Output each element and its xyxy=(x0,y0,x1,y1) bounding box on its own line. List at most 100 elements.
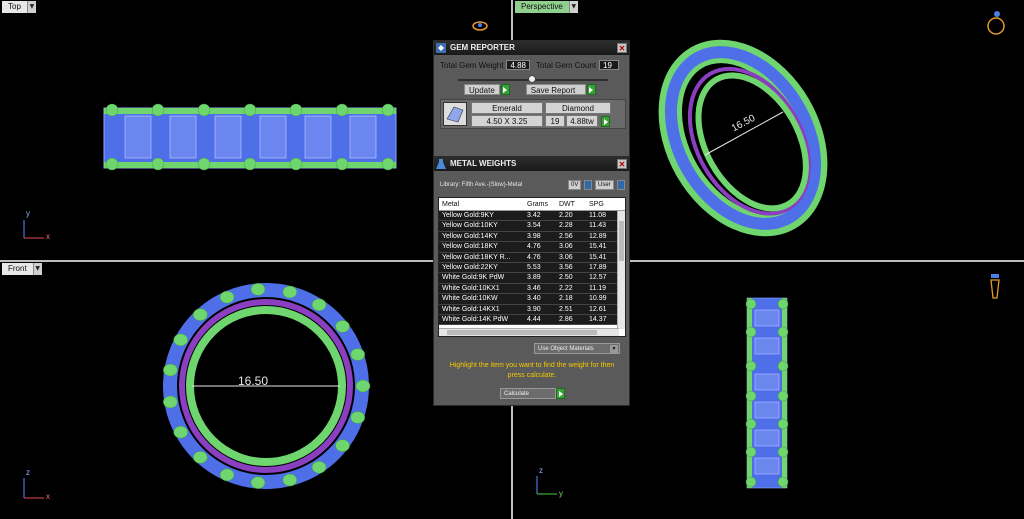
prong xyxy=(311,298,327,312)
scrollbar-thumb[interactable] xyxy=(619,221,624,261)
cell-grams: 4.44 xyxy=(527,315,541,323)
cell-grams: 3.90 xyxy=(527,305,541,313)
metal-weights-titlebar[interactable]: METAL WEIGHTS ✕ xyxy=(434,157,629,171)
prong xyxy=(350,411,365,424)
table-row[interactable]: White Gold:9K PdW 3.89 2.50 12.57 xyxy=(439,273,625,284)
gem-reporter-icon xyxy=(434,41,448,55)
prong xyxy=(355,379,371,393)
cell-dwt: 2.86 xyxy=(559,315,573,323)
prong xyxy=(163,395,178,409)
gem-reporter-titlebar[interactable]: GEM REPORTER ✕ xyxy=(434,41,629,55)
cell-spg: 12.57 xyxy=(589,274,607,282)
cell-dwt: 2.50 xyxy=(559,274,573,282)
cell-metal: Yellow Gold:18KY R... xyxy=(442,253,511,261)
gem-reporter-title: GEM REPORTER xyxy=(450,43,515,52)
cell-spg: 14.37 xyxy=(589,315,607,323)
cell-spg: 12.89 xyxy=(589,232,607,240)
front-dimension-label: 16.50 xyxy=(238,374,269,388)
prong xyxy=(193,451,208,464)
update-button[interactable]: Update xyxy=(464,84,500,95)
column-metal[interactable]: Metal xyxy=(439,198,524,210)
cell-metal: White Gold:10KW xyxy=(442,295,498,303)
column-spg[interactable]: SPG xyxy=(586,198,616,210)
table-row[interactable]: White Gold:10KW 3.40 2.18 10.99 xyxy=(439,294,625,305)
column-dwt[interactable]: DWT xyxy=(556,198,586,210)
scrollbar-thumb[interactable] xyxy=(447,330,597,335)
cell-dwt: 2.20 xyxy=(559,212,573,219)
close-icon[interactable]: ✕ xyxy=(617,159,627,169)
gem-reporter-panel: GEM REPORTER ✕ Total Gem Weight 4.88 Tot… xyxy=(433,40,630,158)
prong xyxy=(173,425,188,439)
cell-dwt: 2.22 xyxy=(559,284,573,292)
close-icon[interactable]: ✕ xyxy=(617,43,627,53)
table-row[interactable]: White Gold:10KX1 3.46 2.22 11.19 xyxy=(439,283,625,295)
gem-slider-knob[interactable] xyxy=(528,75,536,83)
save-report-button[interactable]: Save Report xyxy=(525,84,586,95)
update-play-icon[interactable] xyxy=(500,84,510,95)
table-row[interactable]: White Gold:14K PdW 4.44 2.86 14.37 xyxy=(439,314,625,326)
metal-weights-panel: METAL WEIGHTS ✕ Library: Fifth Ave.-(Slo… xyxy=(433,156,630,406)
calculate-select[interactable]: Calculate xyxy=(500,388,556,399)
cell-grams: 3.40 xyxy=(527,295,541,303)
cell-dwt: 2.28 xyxy=(559,222,573,230)
toggle-user[interactable] xyxy=(617,180,625,190)
calculate-hint: Highlight the item you want to find the … xyxy=(449,362,615,379)
cell-dwt: 3.56 xyxy=(559,263,573,271)
prong xyxy=(350,348,365,361)
gem-row-play-icon[interactable] xyxy=(601,116,610,127)
gem-weight: 4.88tw xyxy=(566,115,598,127)
table-row[interactable]: Yellow Gold:10KY 3.54 2.28 11.43 xyxy=(439,221,625,232)
gem-size: 4.50 X 3.25 xyxy=(471,115,543,127)
cell-metal: Yellow Gold:18KY xyxy=(442,243,498,251)
prong xyxy=(282,473,298,487)
cell-grams: 3.46 xyxy=(527,284,541,292)
cell-grams: 5.53 xyxy=(527,263,541,271)
cell-spg: 12.61 xyxy=(589,305,607,313)
cell-metal: White Gold:14KX1 xyxy=(442,305,500,313)
metal-weights-table[interactable]: Metal Grams DWT SPG Yellow Gold:9KY 3.42 2… xyxy=(438,197,626,337)
column-grams[interactable]: Grams xyxy=(524,198,556,210)
prong xyxy=(311,460,327,474)
table-header: Metal Grams DWT SPG xyxy=(439,198,625,211)
prong xyxy=(250,476,266,489)
table-row[interactable]: Yellow Gold:22KY 5.53 3.56 17.89 xyxy=(439,262,625,274)
library-label: Library: Fifth Ave.-(Slow)-Metal xyxy=(440,182,523,188)
table-body: Yellow Gold:9KY 3.42 2.20 11.08 Yellow Gold:… xyxy=(439,211,625,326)
table-vertical-scrollbar[interactable] xyxy=(617,211,625,329)
table-row[interactable]: Yellow Gold:9KY 3.42 2.20 11.08 xyxy=(439,211,625,222)
cell-spg: 11.43 xyxy=(589,222,606,230)
prong xyxy=(163,363,178,377)
toggle-user-label: User xyxy=(595,180,614,190)
prong xyxy=(219,290,235,304)
metal-weights-title: METAL WEIGHTS xyxy=(450,159,517,168)
gem-list-item[interactable]: Emerald Diamond 4.50 X 3.25 19 4.88tw xyxy=(440,99,626,129)
material-mode-select[interactable]: Use Object Materials ▼ xyxy=(534,343,620,354)
table-row[interactable]: White Gold:14KX1 3.90 2.51 12.61 xyxy=(439,304,625,315)
table-row[interactable]: Yellow Gold:14KY 3.98 2.56 12.89 xyxy=(439,231,625,243)
cell-metal: White Gold:10KX1 xyxy=(442,284,500,292)
cell-spg: 10.99 xyxy=(589,295,607,303)
cell-metal: White Gold:9K PdW xyxy=(442,274,505,282)
cell-metal: Yellow Gold:22KY xyxy=(442,263,498,271)
cell-grams: 4.76 xyxy=(527,253,541,261)
toggle-0v[interactable] xyxy=(584,180,592,190)
flask-icon xyxy=(434,157,448,171)
save-report-play-icon[interactable] xyxy=(586,84,596,95)
calculate-play-icon[interactable] xyxy=(556,388,565,399)
prong xyxy=(193,308,208,321)
cell-dwt: 2.51 xyxy=(559,305,573,313)
cell-grams: 3.54 xyxy=(527,222,541,230)
gem-type: Diamond xyxy=(545,102,611,114)
chevron-down-icon[interactable]: ▼ xyxy=(610,345,618,353)
cell-spg: 15.41 xyxy=(589,243,607,251)
cell-metal: White Gold:14K PdW xyxy=(442,315,509,323)
prong xyxy=(282,285,298,299)
table-row[interactable]: Yellow Gold:18KY 4.76 3.06 15.41 xyxy=(439,242,625,253)
total-gem-weight-label: Total Gem Weight xyxy=(440,60,504,70)
cell-dwt: 3.06 xyxy=(559,243,573,251)
cell-dwt: 3.06 xyxy=(559,253,573,261)
cell-dwt: 2.56 xyxy=(559,232,573,240)
cell-grams: 4.76 xyxy=(527,243,541,251)
table-horizontal-scrollbar[interactable] xyxy=(439,328,619,336)
table-row[interactable]: Yellow Gold:18KY R... 4.76 3.06 15.41 xyxy=(439,252,625,263)
